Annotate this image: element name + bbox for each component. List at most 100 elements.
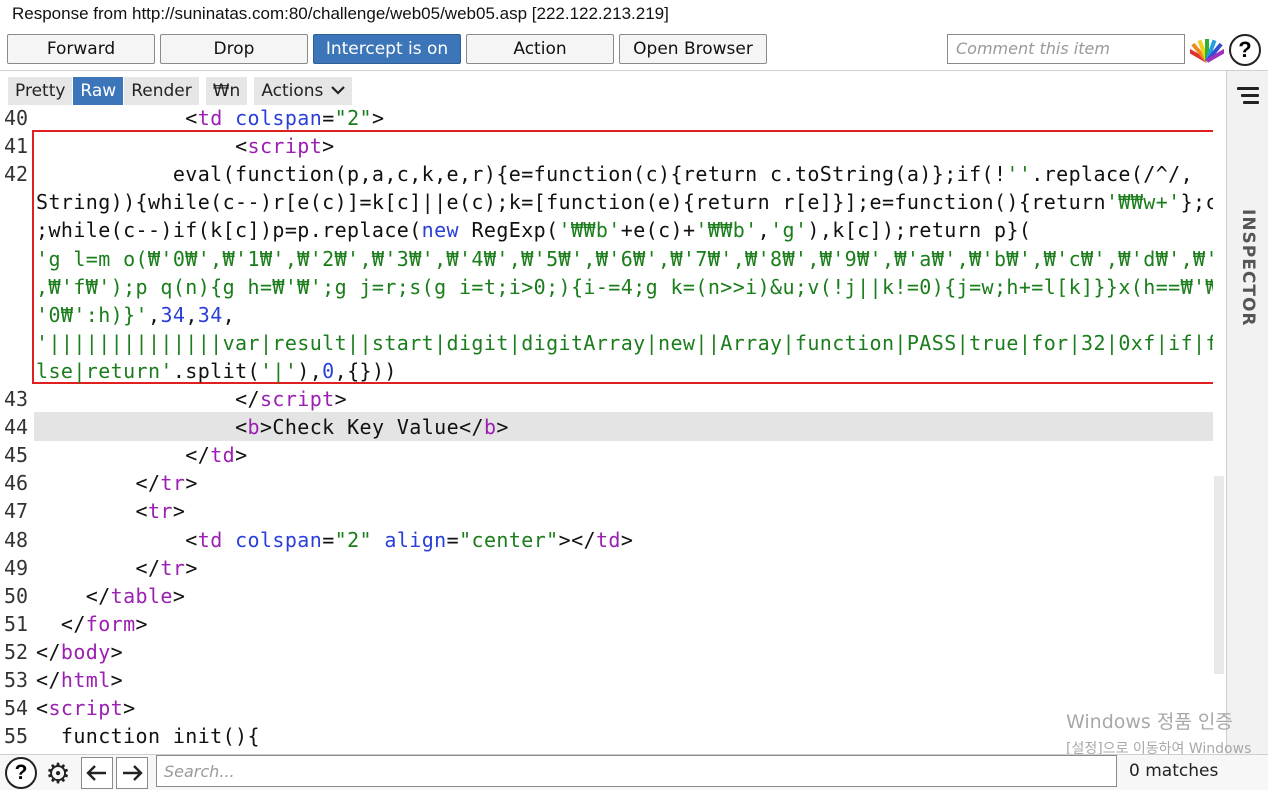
line-number: 47 xyxy=(4,499,29,524)
code-token: = xyxy=(446,527,460,552)
line-number: 48 xyxy=(4,527,29,552)
arrow-right-icon[interactable] xyxy=(116,757,148,789)
arrow-left-icon[interactable] xyxy=(81,757,113,789)
code-token: </ xyxy=(235,387,260,411)
menu-icon[interactable] xyxy=(1237,87,1259,108)
color-fan-icon[interactable] xyxy=(1186,35,1228,63)
code-text: ;while(c--)if(k[c])p=p.replace(new RegEx… xyxy=(36,216,1031,244)
search-input[interactable]: Search... xyxy=(156,755,1117,787)
intercept-toggle-button[interactable]: Intercept is on xyxy=(313,34,461,64)
code-token: tr xyxy=(147,499,173,524)
code-text: lse|return'.split('|'),0,{})) xyxy=(36,357,397,385)
code-token: ,{})) xyxy=(334,358,397,383)
tab-render[interactable]: Render xyxy=(124,77,200,105)
code-token: 0 xyxy=(322,358,335,383)
comment-input[interactable]: Comment this item xyxy=(947,34,1185,64)
code-token: tr xyxy=(160,471,186,496)
help-icon[interactable]: ? xyxy=(1229,34,1261,66)
code-token: '0₩':h)}' xyxy=(36,302,148,327)
open-browser-button[interactable]: Open Browser xyxy=(619,34,767,64)
actions-dropdown[interactable]: Actions xyxy=(254,77,354,105)
line-number: 44 xyxy=(4,415,29,440)
editor-scrollbar-thumb[interactable] xyxy=(1214,476,1224,674)
line-number: 53 xyxy=(4,668,29,692)
code-text: 'g l=m o(₩'0₩',₩'1₩',₩'2₩',₩'3₩',₩'4₩',₩… xyxy=(36,245,1216,273)
raw-response-editor[interactable]: 40 <td colspan="2"> 41 <script> 42 eval(fu… xyxy=(0,104,1216,754)
windows-activation-watermark: Windows 정품 인증 [설정]으로 이동하여 Windows xyxy=(1066,707,1251,758)
line-number: 40 xyxy=(4,106,29,130)
code-token: ,₩'f₩');p q(n){g h=₩'₩';g j=r;s(g i=t;i>… xyxy=(36,274,1216,299)
code-token: 'g' xyxy=(770,218,808,243)
code-token: td xyxy=(197,527,223,552)
code-token: '|' xyxy=(259,358,298,383)
code-token: < xyxy=(185,527,198,552)
code-token: ;while(c--)if(k[c])p=p.replace( xyxy=(36,218,422,243)
code-text: <script> xyxy=(36,132,335,160)
code-token: > xyxy=(371,106,385,130)
line-number: 45 xyxy=(4,443,29,468)
code-token: > xyxy=(110,639,124,664)
code-text: <script> xyxy=(36,694,136,722)
action-button[interactable]: Action xyxy=(466,34,614,64)
help-icon[interactable]: ? xyxy=(5,757,37,789)
message-view-tabs: Pretty Raw Render ₩n Actions xyxy=(8,77,354,105)
line-number: 55 xyxy=(4,724,29,749)
line-number: 43 xyxy=(4,387,29,411)
match-count: 0 matches xyxy=(1129,761,1219,781)
code-token: = xyxy=(322,106,335,130)
code-token: b xyxy=(247,415,260,440)
code-token: < xyxy=(235,134,248,159)
code-token: td xyxy=(595,527,621,552)
code-token: '||||||||||||||var|result||start|digit|d… xyxy=(36,330,1216,355)
tab-pretty[interactable]: Pretty xyxy=(8,77,74,105)
code-token: form xyxy=(85,611,136,636)
code-token: > xyxy=(496,415,509,440)
forward-button[interactable]: Forward xyxy=(7,34,155,64)
code-token: > xyxy=(235,443,248,468)
code-token: "2" xyxy=(334,527,372,552)
line-number: 51 xyxy=(4,611,29,636)
code-token: < xyxy=(185,106,198,130)
code-text: function init(){ xyxy=(36,722,260,750)
code-token: String)){while(c--)r[e(c)]=k[c]||e(c);k=… xyxy=(36,190,1106,215)
code-token: ),k[c]);return p}( xyxy=(807,218,1032,243)
code-token: </ xyxy=(135,471,161,496)
code-token: > xyxy=(185,471,198,496)
code-token: "center" xyxy=(459,527,559,552)
code-token: </ xyxy=(185,443,211,468)
line-number: 49 xyxy=(4,555,29,580)
drop-button[interactable]: Drop xyxy=(160,34,308,64)
code-token: , xyxy=(222,302,236,327)
chevron-down-icon xyxy=(331,83,346,99)
code-token: td xyxy=(210,443,236,468)
code-token: > xyxy=(123,696,136,721)
code-token: colspan xyxy=(235,106,323,130)
code-token: lse|return' xyxy=(36,358,173,383)
code-token: "2" xyxy=(334,106,372,130)
code-token: < xyxy=(36,696,49,721)
code-token: ></ xyxy=(558,527,596,552)
code-token: > xyxy=(620,527,634,552)
code-text: </table> xyxy=(36,582,185,610)
code-token: > xyxy=(172,583,186,608)
code-token: '₩₩w+' xyxy=(1105,190,1181,215)
inspector-tab[interactable]: INSPECTOR xyxy=(1231,209,1265,329)
window-title-bar: Response from http://suninatas.com:80/ch… xyxy=(0,0,1268,30)
code-text: </body> xyxy=(36,638,123,666)
code-text: eval(function(p,a,c,k,e,r){e=function(c)… xyxy=(36,160,1193,188)
gear-icon[interactable]: ⚙ xyxy=(42,757,74,789)
code-token: > xyxy=(259,415,273,440)
code-text: </tr> xyxy=(36,554,198,582)
tab-raw[interactable]: Raw xyxy=(73,77,125,105)
tab-show-newlines[interactable]: ₩n xyxy=(205,77,249,105)
line-number: 50 xyxy=(4,583,29,608)
